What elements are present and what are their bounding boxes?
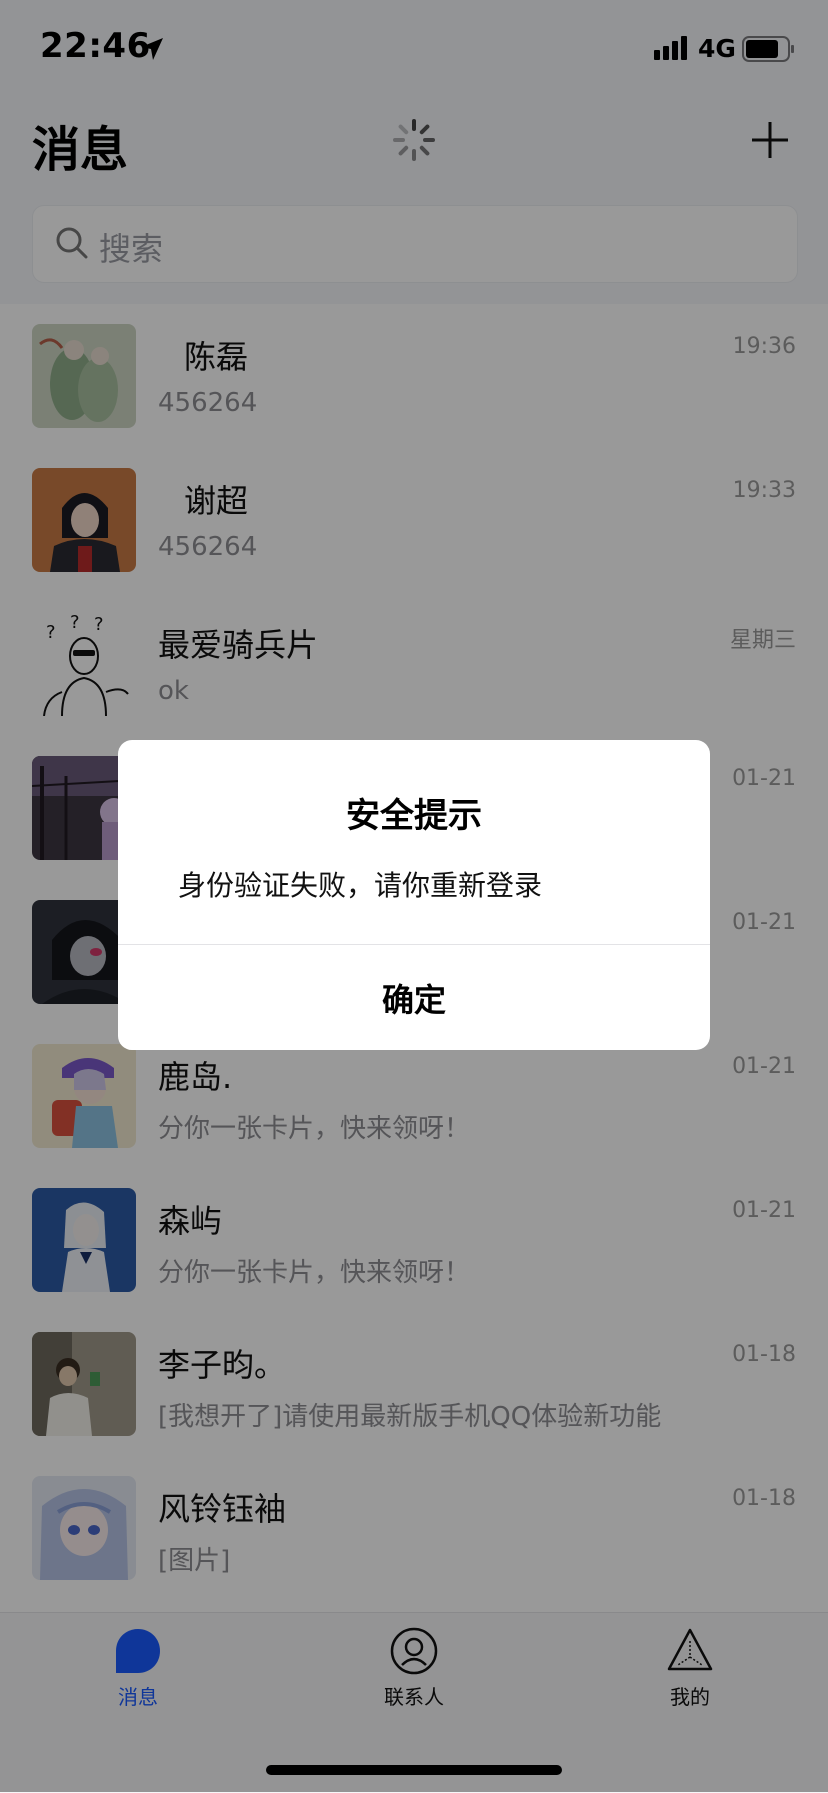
confirm-button[interactable]: 确定	[118, 945, 710, 1050]
messages-screen: 22:46 4G 消息 搜索 陈磊 456264 19:36 谢超 456264…	[0, 0, 828, 1793]
dialog-title: 安全提示	[346, 796, 482, 836]
alert-dialog: 安全提示 身份验证失败，请你重新登录 确定	[118, 740, 710, 1050]
dialog-message: 身份验证失败，请你重新登录	[178, 869, 543, 902]
